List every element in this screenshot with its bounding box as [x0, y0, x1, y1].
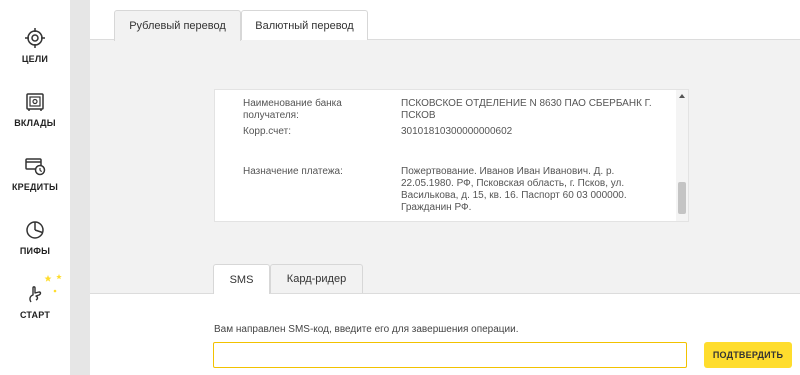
payment-purpose-label: Назначение платежа: [243, 166, 343, 177]
sidebar-item-funds[interactable]: ПИФЫ [0, 218, 70, 256]
sms-instruction-text: Вам направлен SMS-код, введите его для з… [214, 324, 519, 335]
sidebar-item-label: КРЕДИТЫ [11, 182, 59, 192]
star-icon [44, 274, 62, 293]
corr-account-label: Корр.счет: [243, 126, 291, 137]
bank-name-value: ПСКОВСКОЕ ОТДЕЛЕНИЕ N 8630 ПАО СБЕРБАНК … [401, 98, 652, 121]
sidebar-divider [70, 0, 90, 375]
tab-sms[interactable]: SMS [213, 264, 270, 294]
credit-card-icon [25, 158, 46, 176]
sidebar: ЦЕЛИ ВКЛАДЫ КРЕДИТЫ ПИФЫ СТАРТ [0, 0, 70, 375]
scroll-up-arrow-icon[interactable] [679, 94, 685, 98]
sidebar-item-label: ЦЕЛИ [21, 54, 49, 64]
pie-chart-icon [26, 221, 44, 239]
confirm-button[interactable]: ПОДТВЕРДИТЬ [704, 342, 792, 368]
sidebar-item-label: ВКЛАДЫ [14, 118, 56, 128]
sms-code-input[interactable] [213, 342, 687, 368]
sidebar-item-goals[interactable]: ЦЕЛИ [0, 26, 70, 64]
sidebar-item-credits[interactable]: КРЕДИТЫ [0, 154, 70, 192]
corr-account-value: 30101810300000000602 [401, 126, 513, 137]
scrollbar-thumb[interactable] [678, 182, 686, 214]
bank-name-label: Наименование банка получателя: [243, 98, 342, 121]
sidebar-item-label: СТАРТ [19, 310, 51, 320]
tab-currency-transfer[interactable]: Валютный перевод [241, 10, 368, 40]
payment-details-panel: Наименование банка получателя: ПСКОВСКОЕ… [214, 89, 689, 222]
tab-card-reader[interactable]: Кард-ридер [270, 264, 363, 293]
tab-ruble-transfer[interactable]: Рублевый перевод [114, 10, 241, 41]
payment-purpose-value: Пожертвование. Иванов Иван Иванович. Д. … [401, 166, 627, 213]
sidebar-item-deposits[interactable]: ВКЛАДЫ [0, 90, 70, 128]
details-scrollbar[interactable] [676, 90, 688, 221]
sidebar-item-label: ПИФЫ [19, 246, 51, 256]
target-icon [25, 28, 45, 48]
main-content: Рублевый перевод Валютный перевод Наимен… [90, 0, 800, 375]
safe-icon [26, 93, 44, 111]
